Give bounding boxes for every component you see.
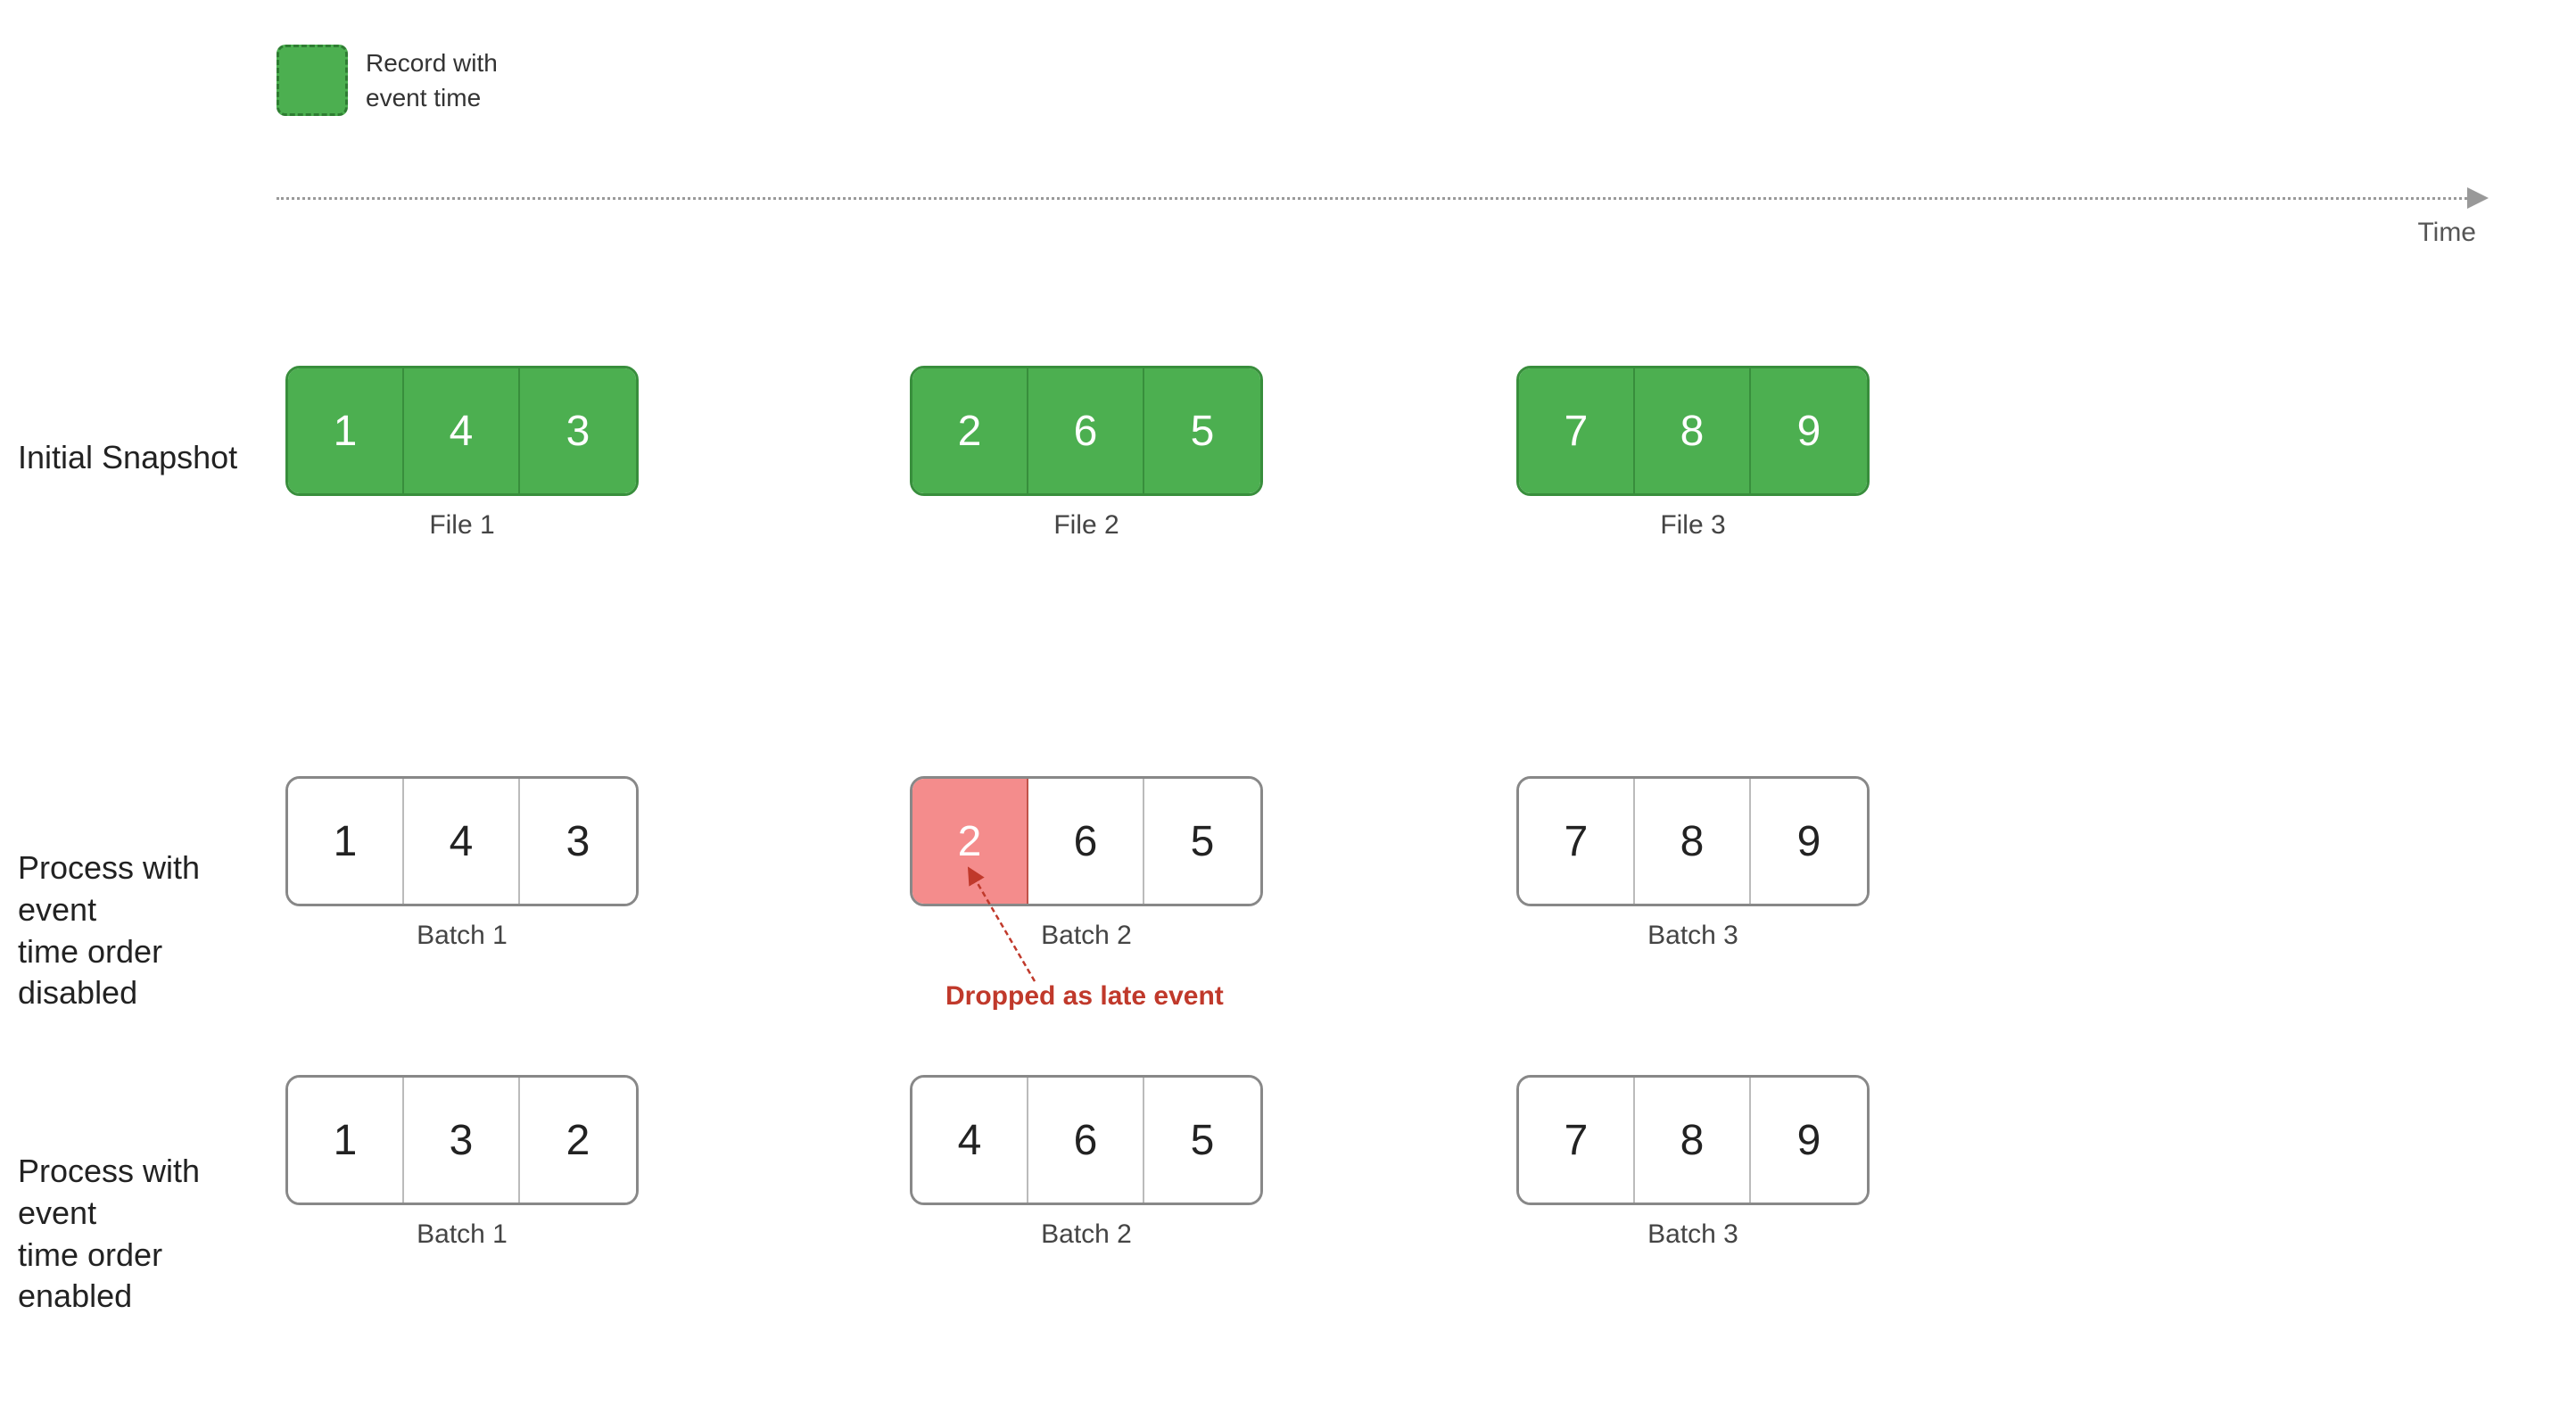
batch2-e-record-5: 5	[1144, 1078, 1260, 1203]
file2-records: 2 6 5	[910, 366, 1263, 496]
batch3-e-record-7: 7	[1519, 1078, 1635, 1203]
batch2-enabled-group: 4 6 5 Batch 2	[910, 1075, 1263, 1250]
label-initial-snapshot: Initial Snapshot	[18, 437, 268, 479]
timeline-label: Time	[2417, 218, 2476, 248]
batch1-e-record-2: 2	[520, 1078, 636, 1203]
file2-group: 2 6 5 File 2	[910, 366, 1263, 541]
legend-line2: event time	[366, 84, 481, 112]
dropped-arrow-svg	[937, 856, 1115, 999]
batch3-e-record-8: 8	[1635, 1078, 1751, 1203]
batch3-enabled-group: 7 8 9 Batch 3	[1516, 1075, 1870, 1250]
legend-text: Record with event time	[366, 45, 498, 115]
file1-record-3: 3	[520, 368, 636, 493]
batch1-enabled-label: Batch 1	[417, 1219, 508, 1250]
file3-records: 7 8 9	[1516, 366, 1870, 496]
batch2-enabled-label: Batch 2	[1041, 1219, 1132, 1250]
legend-record-box	[277, 45, 348, 116]
batch2-e-record-6: 6	[1028, 1078, 1144, 1203]
label-event-time-enabled: Process with eventtime order enabled	[18, 1151, 268, 1318]
batch3-disabled-records: 7 8 9	[1516, 776, 1870, 906]
legend: Record with event time	[277, 45, 498, 116]
batch3-enabled-label: Batch 3	[1647, 1219, 1738, 1250]
file2-record-2: 2	[912, 368, 1028, 493]
batch1-disabled-records: 1 4 3	[285, 776, 639, 906]
batch3-e-record-9: 9	[1751, 1078, 1867, 1203]
file3-group: 7 8 9 File 3	[1516, 366, 1870, 541]
file2-record-5: 5	[1144, 368, 1260, 493]
file3-record-9: 9	[1751, 368, 1867, 493]
batch1-e-record-3: 3	[404, 1078, 520, 1203]
file1-record-1: 1	[288, 368, 404, 493]
batch2-enabled-records: 4 6 5	[910, 1075, 1263, 1205]
batch1-disabled-group: 1 4 3 Batch 1	[285, 776, 639, 951]
timeline: Time	[277, 187, 2489, 209]
batch1-d-record-4: 4	[404, 779, 520, 904]
file1-records: 1 4 3	[285, 366, 639, 496]
label-event-time-disabled: Process with eventtime order disabled	[18, 847, 268, 1014]
legend-line1: Record with	[366, 49, 498, 77]
file1-group: 1 4 3 File 1	[285, 366, 639, 541]
file3-record-7: 7	[1519, 368, 1635, 493]
batch1-enabled-records: 1 3 2	[285, 1075, 639, 1205]
file1-record-4: 4	[404, 368, 520, 493]
batch3-d-record-9: 9	[1751, 779, 1867, 904]
batch1-enabled-group: 1 3 2 Batch 1	[285, 1075, 639, 1250]
batch2-d-record-5: 5	[1144, 779, 1260, 904]
file2-label: File 2	[1053, 510, 1119, 541]
batch3-disabled-group: 7 8 9 Batch 3	[1516, 776, 1870, 951]
diagram-container: Record with event time Time Initial Snap…	[0, 0, 2576, 1405]
batch1-e-record-1: 1	[288, 1078, 404, 1203]
file3-record-8: 8	[1635, 368, 1751, 493]
batch3-d-record-7: 7	[1519, 779, 1635, 904]
file2-record-6: 6	[1028, 368, 1144, 493]
batch1-d-record-1: 1	[288, 779, 404, 904]
batch1-d-record-3: 3	[520, 779, 636, 904]
batch3-disabled-label: Batch 3	[1647, 921, 1738, 951]
file3-label: File 3	[1660, 510, 1725, 541]
timeline-arrow-icon	[2467, 187, 2489, 209]
batch1-disabled-label: Batch 1	[417, 921, 508, 951]
timeline-line: Time	[277, 197, 2467, 200]
batch3-enabled-records: 7 8 9	[1516, 1075, 1870, 1205]
file1-label: File 1	[429, 510, 494, 541]
batch3-d-record-8: 8	[1635, 779, 1751, 904]
batch2-e-record-4: 4	[912, 1078, 1028, 1203]
